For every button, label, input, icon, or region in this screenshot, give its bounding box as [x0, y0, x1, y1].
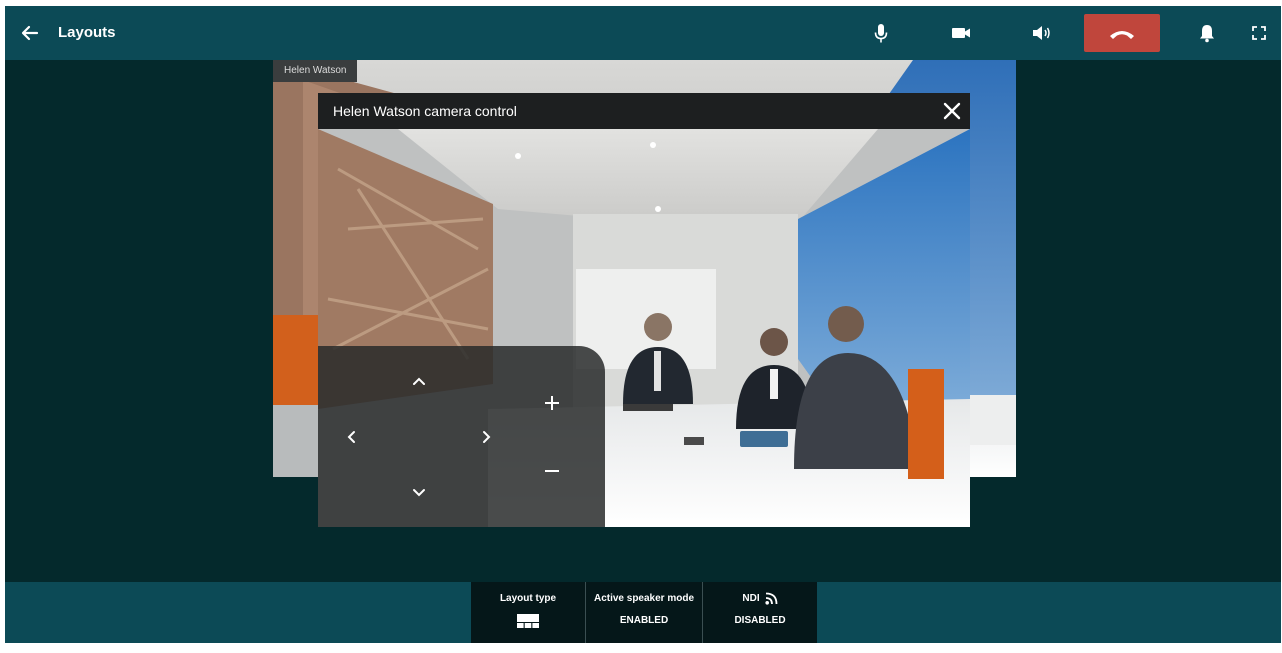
- phone-hangup-icon: [1110, 31, 1134, 39]
- hang-up-button[interactable]: [1084, 14, 1160, 52]
- ptz-control-pad: [318, 346, 605, 527]
- bell-icon: [1200, 25, 1214, 43]
- active-speaker-mode-button[interactable]: Active speaker mode ENABLED: [586, 582, 702, 643]
- participant-name-tag: Helen Watson: [273, 60, 358, 82]
- speaker-icon: [1033, 26, 1050, 40]
- pan-left-button[interactable]: [341, 426, 363, 448]
- close-icon: [943, 102, 961, 120]
- pan-right-button[interactable]: [475, 426, 497, 448]
- ndi-button[interactable]: NDI DISABLED: [703, 582, 817, 643]
- camera-control-header: Helen Watson camera control: [318, 93, 970, 129]
- active-speaker-value: ENABLED: [619, 615, 669, 626]
- layout-grid-icon: [517, 614, 539, 628]
- tilt-up-button[interactable]: [408, 370, 430, 392]
- page-title: Layouts: [58, 24, 116, 41]
- zoom-in-button[interactable]: [541, 392, 563, 414]
- camera-control-view: [318, 129, 970, 527]
- rss-feed-icon: [765, 592, 778, 605]
- arrow-left-icon: [21, 25, 39, 41]
- camera-control-title: Helen Watson camera control: [333, 103, 517, 119]
- notifications-button[interactable]: [1194, 20, 1220, 46]
- layout-settings-group: Layout type Active speaker mode ENABLED …: [471, 582, 817, 643]
- zoom-out-button[interactable]: [541, 460, 563, 482]
- chevron-down-icon: [413, 489, 425, 497]
- ndi-value: DISABLED: [734, 615, 786, 626]
- layout-type-button[interactable]: Layout type: [471, 582, 585, 643]
- video-camera-icon: [952, 28, 970, 38]
- microphone-button[interactable]: [868, 20, 894, 46]
- chevron-left-icon: [347, 431, 355, 443]
- close-camera-control-button[interactable]: [940, 99, 964, 123]
- zoom-in-icon: [545, 396, 559, 410]
- camera-button[interactable]: [948, 20, 974, 46]
- fullscreen-button[interactable]: [1246, 20, 1272, 46]
- zoom-out-icon: [545, 470, 559, 472]
- app-window: Layouts Helen Watson Helen Watson camera…: [5, 6, 1281, 643]
- speaker-button[interactable]: [1028, 20, 1054, 46]
- video-stage: Helen Watson Helen Watson camera control: [5, 60, 1281, 582]
- fullscreen-icon: [1252, 26, 1266, 40]
- layout-type-label: Layout type: [499, 593, 557, 604]
- back-button[interactable]: [19, 22, 41, 44]
- tilt-down-button[interactable]: [408, 481, 430, 503]
- ndi-label: NDI: [742, 593, 760, 604]
- bottom-bar: Layout type Active speaker mode ENABLED …: [5, 582, 1281, 643]
- microphone-icon: [874, 24, 888, 43]
- chevron-right-icon: [483, 431, 491, 443]
- chevron-up-icon: [413, 377, 425, 385]
- top-bar: Layouts: [5, 6, 1281, 60]
